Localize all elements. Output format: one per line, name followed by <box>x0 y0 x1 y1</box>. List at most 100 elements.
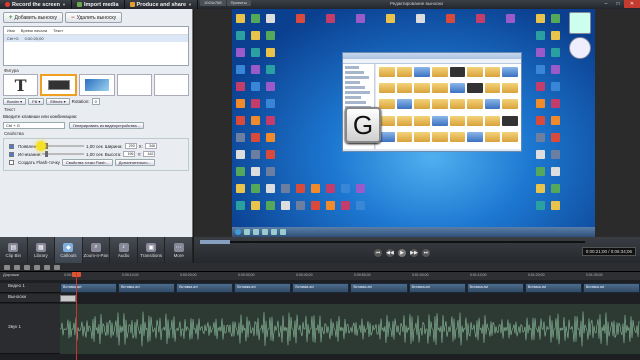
effects-dropdown[interactable]: Effects ▾ <box>46 98 70 105</box>
fade-in-slider[interactable] <box>42 143 84 149</box>
flash-properties-button[interactable]: Свойства точки Flash... <box>61 159 113 166</box>
time-ruler[interactable]: 0:00:00;000:00:10;000:00:20;000:00:30;00… <box>60 272 640 280</box>
chevron-down-icon: ▼ <box>62 2 66 7</box>
tab-library[interactable]: ▦ Library <box>28 237 56 263</box>
desktop-shortcut-icon <box>311 201 320 210</box>
taskbar-app-icon <box>244 229 250 235</box>
play-button[interactable]: ▶ <box>398 249 406 257</box>
keystroke-callout[interactable]: G <box>345 107 381 143</box>
hotkey-input[interactable]: Ctrl + G <box>3 122 65 129</box>
nav-tree-item <box>345 86 365 89</box>
video-clip[interactable]: Вставка.avi <box>408 283 466 293</box>
time-display: 0:00:21;00 / 0:06:34;06 <box>581 247 636 256</box>
desktop-shortcut-icon <box>236 82 245 91</box>
border-dropdown[interactable]: Border ▾ <box>3 98 27 105</box>
track-header-video[interactable]: Видео 1 <box>0 283 60 293</box>
tab-more[interactable]: ⋯ More <box>165 237 194 263</box>
width-input[interactable]: 293 <box>124 143 137 149</box>
tab-callouts[interactable]: ◆ Callouts <box>55 237 83 263</box>
video-canvas[interactable]: G <box>232 9 595 237</box>
desktop-shortcut-icon <box>326 14 335 23</box>
desktop-shortcut-icon <box>551 31 560 40</box>
x-label: X: <box>138 143 143 149</box>
desktop-shortcut-icon <box>536 14 545 23</box>
fade-in-checkbox[interactable] <box>9 143 14 149</box>
cut-icon[interactable] <box>24 264 30 270</box>
undo-icon[interactable] <box>4 264 10 270</box>
desktop-shortcut-icon <box>476 14 485 23</box>
video-clip[interactable]: Вставка.avi <box>234 283 292 293</box>
flash-hotspot-checkbox[interactable] <box>9 160 14 165</box>
add-callout-button[interactable]: + Добавить выноску <box>3 12 64 23</box>
zoom-out-icon[interactable] <box>44 264 50 270</box>
track-header-audio[interactable]: Звук 1 <box>0 304 60 354</box>
fade-out-checkbox[interactable] <box>9 151 14 157</box>
column-text[interactable]: Текст <box>53 28 63 33</box>
produce-share-button[interactable]: Produce and share ▼ <box>125 0 199 9</box>
column-name[interactable]: Имя <box>7 28 15 33</box>
seek-bar[interactable] <box>200 240 585 244</box>
step-back-button[interactable]: ◀◀ <box>386 249 394 257</box>
fade-out-label: Исчезание: <box>18 151 42 157</box>
canvas-size-dropdown[interactable]: 1024x768 <box>200 0 226 6</box>
video-clip[interactable]: Вставка.avi <box>350 283 408 293</box>
video-clip[interactable]: Вставка.avi <box>582 283 640 293</box>
fade-out-slider[interactable] <box>42 151 84 157</box>
video-clip[interactable]: Вставка.avi <box>466 283 524 293</box>
tab-clip-bin[interactable]: ▤ Clip Bin <box>0 237 28 263</box>
x-input[interactable]: 346 <box>144 143 157 149</box>
step-forward-button[interactable]: ▶▶ <box>410 249 418 257</box>
record-screen-button[interactable]: Record the screen ▼ <box>0 0 72 9</box>
tracks-dropdown[interactable]: Дорожки <box>0 272 60 280</box>
video-clip[interactable]: Вставка.avi <box>292 283 350 293</box>
shape-text[interactable]: T <box>3 74 39 96</box>
advanced-button[interactable]: Дополнительно... <box>114 159 155 166</box>
remove-callout-button[interactable]: − Удалить выноску <box>65 12 123 23</box>
desktop-shortcut-icon <box>356 201 365 210</box>
zoom-in-icon[interactable] <box>54 264 60 270</box>
rewind-button[interactable]: ⏮ <box>374 249 382 257</box>
fill-dropdown[interactable]: Fill ▾ <box>28 98 45 105</box>
import-media-button[interactable]: Import media <box>72 0 125 9</box>
file-icon <box>449 99 466 110</box>
redo-icon[interactable] <box>14 264 20 270</box>
tab-zoom-n-pan[interactable]: ⌕ Zoom-n-Pan <box>83 237 111 263</box>
video-clip[interactable]: Вставка.avi <box>60 283 118 293</box>
border-label: Border <box>7 99 20 104</box>
video-clip[interactable]: Вставка.avi <box>176 283 234 293</box>
callout-track[interactable] <box>60 294 640 303</box>
shape-blank-2[interactable] <box>153 74 190 96</box>
tab-audio[interactable]: ♪ Audio <box>110 237 138 263</box>
shape-keystroke[interactable] <box>40 74 78 96</box>
audio-track[interactable] <box>60 304 640 354</box>
fast-forward-button[interactable]: ⏭ <box>422 249 430 257</box>
desktop-shortcut-icon <box>251 65 260 74</box>
nav-tree-item <box>345 76 369 79</box>
y-input[interactable]: 442 <box>143 151 156 157</box>
projects-tab[interactable]: Проекты <box>226 0 251 6</box>
rotation-input[interactable]: 0 <box>91 98 100 105</box>
taskbar <box>232 227 595 237</box>
callout-clip[interactable] <box>60 295 76 302</box>
column-start-time[interactable]: Время начала <box>21 28 47 33</box>
file-icon <box>379 99 395 110</box>
shape-blank-1[interactable] <box>116 74 152 96</box>
close-button[interactable]: ✕ <box>624 0 640 8</box>
task-tabs: ▤ Clip Bin ▦ Library ◆ Callouts ⌕ Zoom-n-Pan… <box>0 237 194 263</box>
shape-section-label: Фигура <box>4 68 19 73</box>
generate-from-device-button[interactable]: Генерировать из видеоустройства... <box>69 122 144 129</box>
video-clip[interactable]: Вставка.avi <box>118 283 176 293</box>
shape-image[interactable] <box>79 74 115 96</box>
desktop-shortcut-icon <box>536 167 545 176</box>
maximize-button[interactable]: □ <box>612 0 624 8</box>
height-input[interactable]: 196 <box>123 151 136 157</box>
playhead[interactable] <box>76 272 77 360</box>
timeline-toolbar <box>0 263 640 272</box>
video-track[interactable]: Вставка.avi Вставка.avi Вставка.avi Вставка… <box>60 283 640 293</box>
split-icon[interactable] <box>34 264 40 270</box>
video-clip[interactable]: Вставка.avi <box>524 283 582 293</box>
list-item[interactable]: Ctrl+G 0:00:20;00 <box>4 35 188 42</box>
minimize-button[interactable]: – <box>600 0 612 8</box>
track-header-callouts[interactable]: Выноски <box>0 294 60 303</box>
tab-transitions[interactable]: ▣ Transitions <box>138 237 166 263</box>
